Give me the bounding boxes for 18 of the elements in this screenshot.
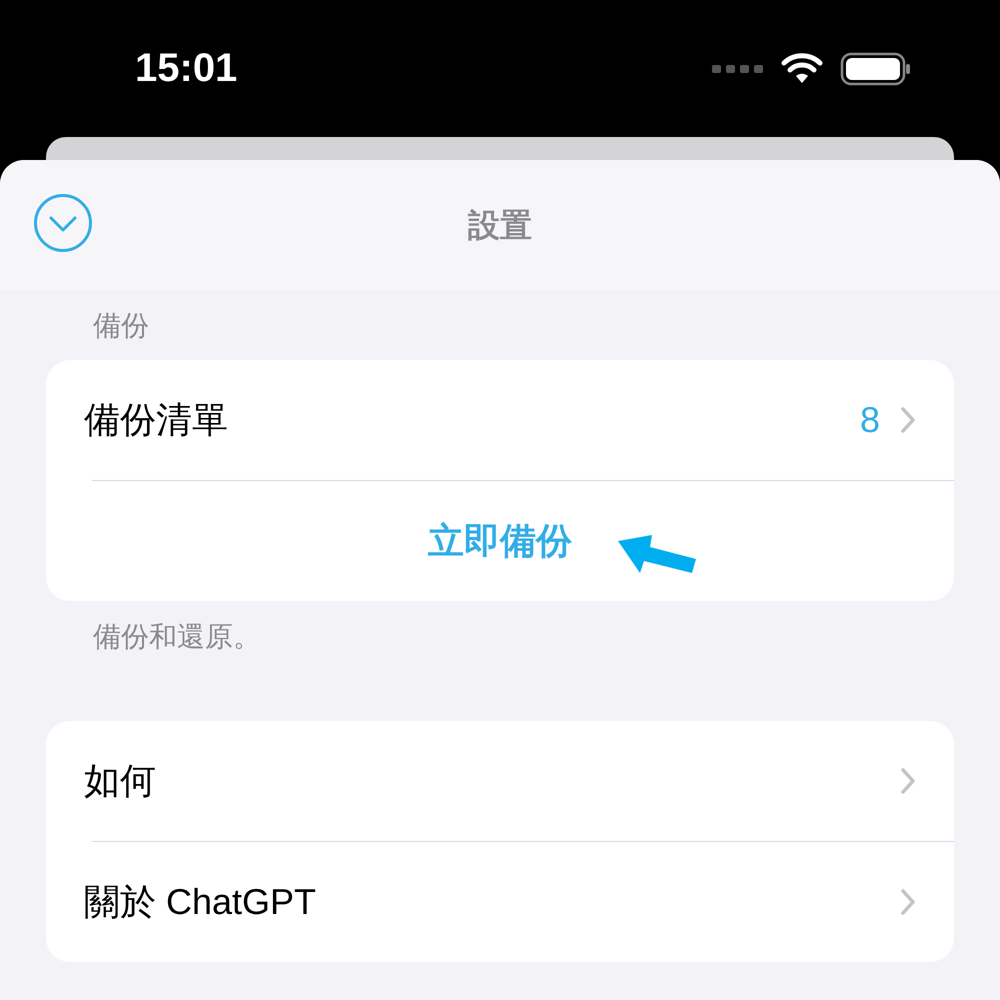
- battery-icon: [840, 52, 912, 86]
- status-time: 15:01: [135, 45, 238, 92]
- section-footer: 備份和還原。: [0, 619, 1000, 655]
- list-row[interactable]: 關於 ChatGPT: [46, 842, 954, 962]
- chevron-right-icon: [900, 406, 916, 434]
- chevron-right-icon: [900, 767, 916, 795]
- chevron-right-icon: [900, 888, 916, 916]
- list-row[interactable]: 備份清單 8: [46, 360, 954, 480]
- wifi-icon: [780, 53, 824, 85]
- cellular-signal-icon: [712, 64, 764, 74]
- sheet-title: 設置: [468, 206, 532, 245]
- section-header: 備份: [92, 309, 150, 343]
- list-row[interactable]: 如何: [46, 721, 954, 841]
- chevron-down-circle-icon[interactable]: [33, 193, 93, 253]
- row-label: 備份清單: [84, 398, 229, 442]
- row-value: 8: [860, 398, 880, 442]
- row-label: 關於 ChatGPT: [84, 880, 318, 924]
- row-label: 如何: [84, 759, 157, 803]
